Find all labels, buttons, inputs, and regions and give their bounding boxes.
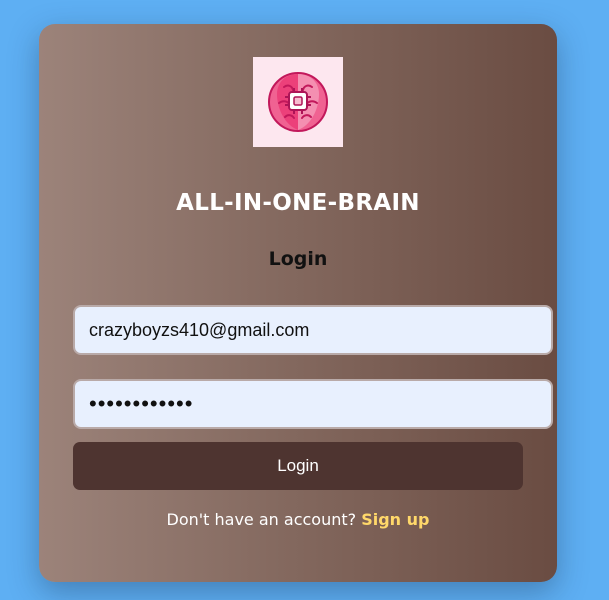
brain-chip-icon	[253, 57, 343, 147]
login-button[interactable]: Login	[73, 442, 523, 490]
password-field[interactable]	[73, 379, 553, 429]
form-title: Login	[268, 248, 328, 270]
signup-link[interactable]: Sign up	[361, 510, 429, 529]
signup-prompt-line: Don't have an account? Sign up	[39, 510, 557, 529]
app-title: ALL-IN-ONE-BRAIN	[176, 190, 420, 216]
signup-prompt: Don't have an account?	[166, 510, 357, 529]
login-card: ALL-IN-ONE-BRAIN Login Login Don't have …	[39, 24, 557, 582]
email-field[interactable]	[73, 305, 553, 355]
